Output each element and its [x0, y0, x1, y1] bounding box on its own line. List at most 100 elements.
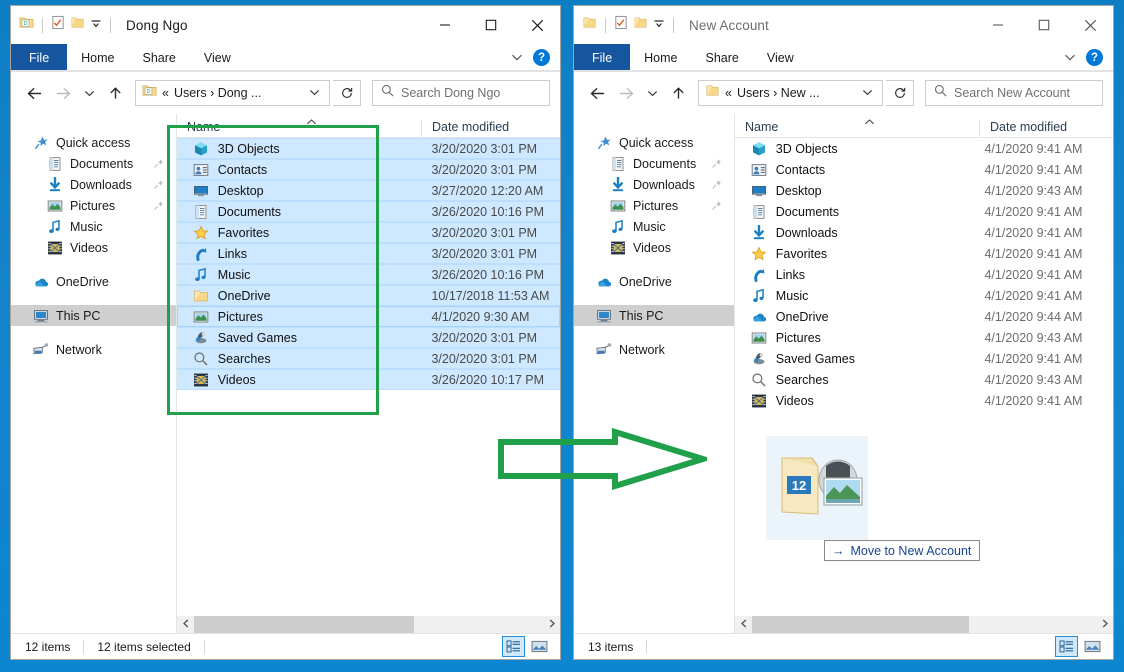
- recent-locations-chevron-icon[interactable]: [79, 80, 99, 106]
- search-input-source[interactable]: Search Dong Ngo: [372, 80, 550, 106]
- table-row[interactable]: 3D Objects 3/20/2020 3:01 PM: [177, 138, 560, 159]
- ribbon-tabs-target[interactable]: File Home Share View ?: [574, 44, 1113, 72]
- titlebar-target[interactable]: New Account: [574, 6, 1113, 44]
- expand-ribbon-chevron-icon[interactable]: [1064, 49, 1076, 67]
- close-button-target[interactable]: [1067, 6, 1113, 44]
- table-row[interactable]: Favorites 4/1/2020 9:41 AM: [735, 243, 1113, 264]
- pin-icon[interactable]: [153, 158, 164, 169]
- help-icon[interactable]: ?: [1086, 49, 1103, 66]
- refresh-button-source[interactable]: [333, 80, 361, 106]
- table-row[interactable]: Videos 3/26/2020 10:17 PM: [177, 369, 560, 390]
- properties-icon[interactable]: [51, 15, 65, 35]
- table-row[interactable]: Links 4/1/2020 9:41 AM: [735, 264, 1113, 285]
- sidebar-item-music[interactable]: Music: [11, 216, 176, 237]
- explorer-window-source[interactable]: D Dong Ngo File Home Share View ? D « Us…: [10, 5, 561, 660]
- column-header-date-source[interactable]: Date modified: [421, 120, 560, 137]
- tab-view-source[interactable]: View: [190, 44, 245, 71]
- help-icon[interactable]: ?: [533, 49, 550, 66]
- sidebar-item-quick-access[interactable]: Quick access: [11, 132, 176, 153]
- table-row[interactable]: Music 3/26/2020 10:16 PM: [177, 264, 560, 285]
- sidebar-item-onedrive[interactable]: OneDrive: [574, 271, 734, 292]
- folder-d-icon[interactable]: D: [19, 15, 34, 35]
- breadcrumb-path-source[interactable]: Users › Dong ...: [174, 86, 262, 100]
- scroll-right-arrow-icon[interactable]: [543, 619, 560, 630]
- pin-icon[interactable]: [153, 179, 164, 190]
- navigation-pane-source[interactable]: Quick access Documents Downloads Pictures Mu…: [11, 114, 177, 633]
- tab-file-source[interactable]: File: [11, 44, 68, 71]
- table-row[interactable]: Pictures 4/1/2020 9:30 AM: [177, 306, 560, 327]
- maximize-button-target[interactable]: [1021, 6, 1067, 44]
- sidebar-item-documents[interactable]: Documents: [11, 153, 176, 174]
- table-row[interactable]: Documents 4/1/2020 9:41 AM: [735, 201, 1113, 222]
- horizontal-scrollbar-target[interactable]: [735, 616, 1113, 633]
- back-button-target[interactable]: [584, 80, 610, 106]
- search-input-target[interactable]: Search New Account: [925, 80, 1103, 106]
- table-row[interactable]: Documents 3/26/2020 10:16 PM: [177, 201, 560, 222]
- table-row[interactable]: Pictures 4/1/2020 9:43 AM: [735, 327, 1113, 348]
- breadcrumb-dropdown-chevron-icon[interactable]: [857, 84, 878, 102]
- scroll-left-arrow-icon[interactable]: [735, 619, 752, 630]
- new-folder-icon[interactable]: [633, 15, 648, 35]
- table-row[interactable]: Music 4/1/2020 9:41 AM: [735, 285, 1113, 306]
- tab-home-source[interactable]: Home: [67, 44, 128, 71]
- scrollbar-thumb-source[interactable]: [194, 616, 414, 633]
- table-row[interactable]: Desktop 3/27/2020 12:20 AM: [177, 180, 560, 201]
- up-button-source[interactable]: [102, 80, 128, 106]
- view-mode-buttons-target[interactable]: [1055, 636, 1113, 657]
- customize-qat-chevron-icon[interactable]: [653, 16, 665, 34]
- table-row[interactable]: Videos 4/1/2020 9:41 AM: [735, 390, 1113, 411]
- scrollbar-thumb-target[interactable]: [752, 616, 969, 633]
- tab-share-target[interactable]: Share: [692, 44, 753, 71]
- details-view-button-target[interactable]: [1055, 636, 1078, 657]
- customize-qat-chevron-icon[interactable]: [90, 16, 102, 34]
- quick-access-toolbar-target[interactable]: [582, 15, 677, 35]
- table-row[interactable]: OneDrive 10/17/2018 11:53 AM: [177, 285, 560, 306]
- table-row[interactable]: Searches 3/20/2020 3:01 PM: [177, 348, 560, 369]
- sidebar-item-downloads[interactable]: Downloads: [574, 174, 734, 195]
- back-button-source[interactable]: [21, 80, 47, 106]
- scrollbar-track-source[interactable]: [194, 616, 543, 633]
- table-row[interactable]: Saved Games 3/20/2020 3:01 PM: [177, 327, 560, 348]
- sidebar-item-network[interactable]: Network: [11, 339, 176, 360]
- quick-access-toolbar-source[interactable]: D: [19, 15, 114, 35]
- table-row[interactable]: Searches 4/1/2020 9:43 AM: [735, 369, 1113, 390]
- column-header-date-target[interactable]: Date modified: [979, 120, 1113, 137]
- breadcrumb-target[interactable]: « Users › New ...: [698, 80, 883, 106]
- pin-icon[interactable]: [153, 200, 164, 211]
- sidebar-item-this-pc[interactable]: This PC: [11, 305, 176, 326]
- pin-icon[interactable]: [711, 200, 722, 211]
- large-icons-view-button-source[interactable]: [528, 636, 551, 657]
- breadcrumb-source[interactable]: D « Users › Dong ...: [135, 80, 330, 106]
- close-button-source[interactable]: [514, 6, 560, 44]
- sidebar-item-network[interactable]: Network: [574, 339, 734, 360]
- sidebar-item-pictures[interactable]: Pictures: [574, 195, 734, 216]
- properties-icon[interactable]: [614, 15, 628, 35]
- large-icons-view-button-target[interactable]: [1081, 636, 1104, 657]
- table-row[interactable]: Saved Games 4/1/2020 9:41 AM: [735, 348, 1113, 369]
- window-controls-source[interactable]: [422, 6, 560, 44]
- titlebar-source[interactable]: D Dong Ngo: [11, 6, 560, 44]
- sidebar-item-documents[interactable]: Documents: [574, 153, 734, 174]
- view-mode-buttons-source[interactable]: [502, 636, 560, 657]
- scroll-right-arrow-icon[interactable]: [1096, 619, 1113, 630]
- scroll-left-arrow-icon[interactable]: [177, 619, 194, 630]
- table-row[interactable]: Links 3/20/2020 3:01 PM: [177, 243, 560, 264]
- file-rows-source[interactable]: 3D Objects 3/20/2020 3:01 PM Contacts 3/20/…: [177, 138, 560, 616]
- sidebar-item-this-pc[interactable]: This PC: [574, 305, 734, 326]
- file-list-area-source[interactable]: Name Date modified 3D Objects 3/20/2020 3…: [177, 114, 560, 633]
- refresh-button-target[interactable]: [886, 80, 914, 106]
- maximize-button-source[interactable]: [468, 6, 514, 44]
- address-bar-target[interactable]: « Users › New ... Search New Account: [574, 72, 1113, 114]
- table-row[interactable]: Favorites 3/20/2020 3:01 PM: [177, 222, 560, 243]
- minimize-button-source[interactable]: [422, 6, 468, 44]
- forward-button-target[interactable]: [613, 80, 639, 106]
- folder-icon[interactable]: [582, 15, 597, 35]
- pin-icon[interactable]: [711, 158, 722, 169]
- explorer-window-target[interactable]: New Account File Home Share View ? « Use…: [573, 5, 1114, 660]
- scrollbar-track-target[interactable]: [752, 616, 1096, 633]
- table-row[interactable]: Desktop 4/1/2020 9:43 AM: [735, 180, 1113, 201]
- sidebar-item-pictures[interactable]: Pictures: [11, 195, 176, 216]
- expand-ribbon-chevron-icon[interactable]: [511, 49, 523, 67]
- details-view-button-source[interactable]: [502, 636, 525, 657]
- forward-button-source[interactable]: [50, 80, 76, 106]
